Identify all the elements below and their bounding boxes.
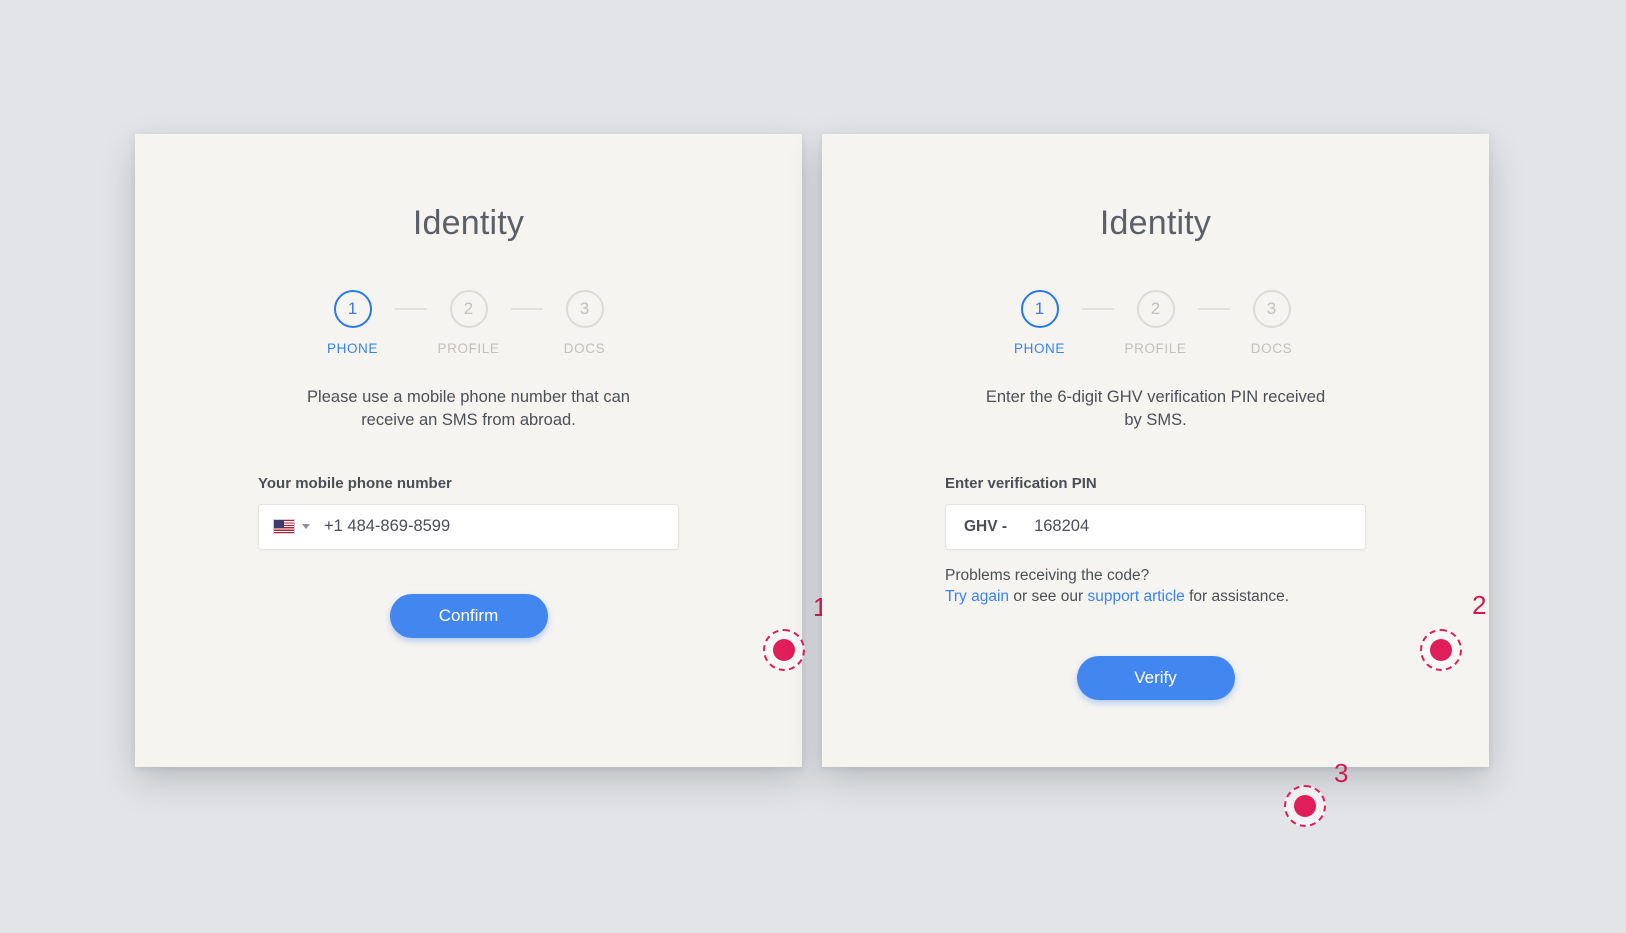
step-connector-2 — [1197, 308, 1230, 310]
phone-number-label: Your mobile phone number — [258, 474, 452, 492]
phone-instructions: Please use a mobile phone number that ca… — [307, 388, 630, 430]
verification-pin-label: Enter verification PIN — [945, 474, 1097, 492]
progress-stepper: 1 PHONE 2 PROFILE 3 DOCS — [998, 290, 1314, 356]
step-phone-number: 1 — [1020, 290, 1059, 328]
support-article-link[interactable]: support article — [1087, 588, 1184, 605]
step-profile[interactable]: 2 PROFILE — [427, 290, 511, 356]
step-profile-number: 2 — [1136, 290, 1175, 328]
step-docs-number: 3 — [1252, 290, 1291, 328]
pin-instructions: Enter the 6-digit GHV verification PIN r… — [985, 388, 1326, 430]
step-profile-label: PROFILE — [1124, 341, 1187, 356]
try-again-link[interactable]: Try again — [945, 588, 1009, 605]
annotation-dot-2 — [1430, 639, 1452, 661]
helper-middle-text: or see our — [1009, 588, 1088, 606]
annotation-marker-1 — [763, 629, 805, 671]
phone-number-value[interactable]: +1 484-869-8599 — [318, 517, 450, 536]
annotation-dot-1 — [773, 639, 795, 661]
step-phone-label: PHONE — [326, 341, 378, 356]
step-connector-1 — [394, 308, 427, 310]
verify-button-row: Verify — [945, 608, 1366, 700]
step-docs[interactable]: 3 DOCS — [543, 290, 627, 356]
step-docs-label: DOCS — [563, 341, 606, 356]
progress-stepper: 1 PHONE 2 PROFILE 3 DOCS — [311, 290, 627, 356]
helper-links-line: Try again or see our support article for… — [945, 586, 1366, 607]
cards-stage: Identity 1 PHONE 2 PROFILE 3 DOCS Please… — [135, 134, 1490, 827]
pin-prefix-label: GHV - — [964, 517, 1008, 535]
step-phone-label: PHONE — [1013, 341, 1065, 356]
step-phone-number: 1 — [333, 290, 372, 328]
page-title: Identity — [412, 204, 525, 242]
us-flag-icon — [273, 519, 295, 535]
verification-pin-input[interactable]: GHV - 168204 — [945, 503, 1366, 550]
annotation-marker-3 — [1284, 785, 1326, 827]
annotation-number-3: 3 — [1334, 758, 1349, 788]
pin-form-block: Enter verification PIN GHV - 168204 — [945, 475, 1366, 550]
phone-form-block: Your mobile phone number +1 484-869-8599 — [258, 475, 679, 550]
pin-step-card: Identity 1 PHONE 2 PROFILE 3 DOCS Enter … — [822, 134, 1489, 827]
helper-tail-text: for assistance. — [1184, 588, 1290, 606]
helper-question: Problems receiving the code? — [945, 566, 1150, 584]
step-connector-2 — [510, 308, 543, 310]
step-profile-label: PROFILE — [437, 341, 500, 356]
annotation-marker-2 — [1420, 629, 1462, 671]
confirm-button-row: Confirm — [258, 550, 679, 638]
step-connector-1 — [1081, 308, 1114, 310]
step-docs[interactable]: 3 DOCS — [1230, 290, 1314, 356]
step-docs-number: 3 — [565, 290, 604, 328]
chevron-down-icon — [302, 524, 310, 530]
phone-step-card: Identity 1 PHONE 2 PROFILE 3 DOCS Please… — [135, 134, 827, 767]
verify-button[interactable]: Verify — [1076, 655, 1235, 700]
step-phone[interactable]: 1 PHONE — [311, 290, 395, 356]
annotation-number-2: 2 — [1472, 590, 1487, 620]
pin-helper-text: Problems receiving the code? Try again o… — [945, 565, 1366, 608]
phone-number-input[interactable]: +1 484-869-8599 — [258, 503, 679, 550]
annotation-dot-3 — [1294, 795, 1316, 817]
step-profile[interactable]: 2 PROFILE — [1114, 290, 1198, 356]
country-selector[interactable] — [259, 519, 318, 535]
step-profile-number: 2 — [449, 290, 488, 328]
verification-pin-value[interactable]: 168204 — [1007, 517, 1089, 536]
confirm-button[interactable]: Confirm — [389, 593, 548, 638]
step-docs-label: DOCS — [1250, 341, 1293, 356]
step-phone[interactable]: 1 PHONE — [998, 290, 1082, 356]
page-title: Identity — [1099, 204, 1212, 242]
